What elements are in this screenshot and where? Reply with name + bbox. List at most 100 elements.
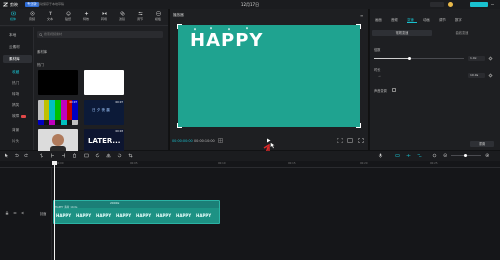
pitch-label: 声音变调: [374, 89, 387, 93]
split-right-icon[interactable]: [61, 153, 66, 158]
select-tool-icon[interactable]: [4, 153, 9, 158]
tick-label: 00:25: [430, 162, 438, 165]
main-track-magnet-icon[interactable]: [395, 153, 400, 158]
sidebar-sub-hot[interactable]: 热门: [4, 79, 33, 87]
zoom-in-icon[interactable]: [485, 153, 490, 158]
eye-icon[interactable]: [13, 211, 17, 215]
rotate-icon[interactable]: [117, 153, 122, 158]
tick-label: 00:15: [288, 162, 296, 165]
clip-label: 2000x: [110, 201, 120, 205]
sidebar-item-cloud[interactable]: 云素材: [3, 43, 32, 51]
tab-audio-props[interactable]: 音频: [391, 17, 398, 22]
total-time: 00:00:10:00: [194, 139, 215, 143]
tab-audio[interactable]: 音频: [25, 11, 39, 24]
corner-handle[interactable]: [177, 123, 182, 128]
tab-curve-speed[interactable]: 曲线变速: [432, 30, 492, 36]
sidebar-sub-funny[interactable]: 搞笑: [4, 101, 33, 109]
auto-snap-icon[interactable]: [406, 153, 411, 158]
window-controls[interactable]: [490, 2, 495, 7]
text-icon: [48, 11, 53, 16]
timeline-ruler[interactable]: [0, 161, 500, 168]
sidebar-sub-transition[interactable]: 转场: [4, 90, 33, 98]
sidebar-sub-intro[interactable]: 片头: [4, 137, 33, 145]
tab-digital[interactable]: 数字: [455, 17, 462, 22]
svg-text:HAPPY: HAPPY: [156, 213, 171, 218]
thumb-caption: 日 夕 夜 晨: [92, 108, 110, 112]
fullscreen-icon[interactable]: [358, 138, 364, 143]
mirror-icon[interactable]: [106, 153, 111, 158]
tab-adjust-props[interactable]: 调节: [439, 17, 446, 22]
sticker-icon: [66, 11, 71, 16]
thumb-duration: 00:03: [115, 130, 123, 133]
crop-icon[interactable]: [128, 153, 133, 158]
tab-media[interactable]: 媒体: [6, 11, 20, 24]
sidebar-sub-favorites[interactable]: 收藏: [4, 68, 33, 76]
svg-text:HAPPY: HAPPY: [136, 213, 151, 218]
multiplier-slider-knob[interactable]: [408, 57, 411, 60]
freeze-icon[interactable]: [84, 153, 89, 158]
tab-text[interactable]: 文本: [43, 11, 57, 24]
linkage-icon[interactable]: [417, 153, 422, 158]
zoom-out-icon[interactable]: [443, 153, 448, 158]
filter-icon: [119, 11, 125, 16]
corner-handle[interactable]: [356, 24, 361, 29]
grid-icon[interactable]: [218, 138, 223, 143]
sidebar-sub-glitch[interactable]: 故障: [4, 112, 33, 120]
cover-label[interactable]: 封面: [40, 211, 46, 216]
fullscreen-crop-icon[interactable]: [337, 138, 343, 143]
avatar[interactable]: [448, 2, 453, 7]
multiplier-label: 倍数: [374, 48, 381, 52]
sidebar-item-local[interactable]: 本地: [3, 31, 32, 39]
hot-badge: [21, 114, 27, 118]
tab-animation[interactable]: 动画: [423, 17, 430, 22]
undo-icon[interactable]: [14, 153, 19, 158]
media-thumb-black[interactable]: [38, 70, 78, 95]
redo-icon[interactable]: [24, 153, 29, 158]
tab-template[interactable]: 模板: [151, 11, 165, 24]
lock-icon[interactable]: [5, 211, 9, 215]
svg-text:HAPPY: HAPPY: [196, 213, 211, 218]
split-left-icon[interactable]: [50, 153, 55, 158]
duration-value[interactable]: 10.0s: [468, 73, 485, 78]
tab-sticker[interactable]: 贴纸: [61, 11, 75, 24]
corner-handle[interactable]: [356, 123, 361, 128]
multiplier-value[interactable]: 1.0x: [468, 56, 485, 61]
split-icon[interactable]: [39, 153, 44, 158]
pitch-checkbox[interactable]: [392, 88, 396, 92]
tab-indicator: [407, 22, 417, 23]
playhead[interactable]: [54, 161, 55, 260]
tab-effects[interactable]: 特效: [79, 11, 93, 24]
preview-axis-icon[interactable]: [432, 153, 437, 158]
media-thumb-white[interactable]: [84, 70, 124, 95]
project-title[interactable]: 12月17日: [230, 2, 270, 7]
hot-heading: 热门: [37, 63, 44, 67]
tab-normal-speed[interactable]: 常规变速: [372, 30, 432, 36]
tab-filter[interactable]: 滤镜: [115, 11, 129, 24]
media-thumb-night[interactable]: 日 夕 夜 晨 00:07: [84, 100, 124, 125]
adjust-icon: [138, 11, 143, 16]
reset-button[interactable]: 重置: [470, 141, 494, 147]
shortcut-button[interactable]: [430, 2, 444, 7]
zoom-slider-knob[interactable]: [464, 154, 467, 157]
corner-handle[interactable]: [177, 24, 182, 29]
export-button[interactable]: [470, 2, 488, 7]
delete-icon[interactable]: [72, 153, 77, 158]
volume-icon[interactable]: [21, 211, 25, 215]
sidebar-item-library[interactable]: 素材库: [3, 55, 32, 63]
ratio-icon[interactable]: [347, 138, 353, 143]
app-name: 剪映: [10, 2, 18, 7]
hearts-decoration: [194, 27, 248, 31]
reverse-icon[interactable]: [95, 153, 100, 158]
autosave-notice: 自动保存于本地草稿: [37, 2, 65, 6]
tab-adjust[interactable]: 调节: [133, 11, 147, 24]
media-thumb-color-bars[interactable]: 00:07: [38, 100, 78, 125]
tab-transition[interactable]: 转场: [97, 11, 111, 24]
thumb-duration: 00:07: [69, 101, 77, 104]
menu-icon[interactable]: ≡: [360, 13, 363, 18]
microphone-icon[interactable]: [378, 153, 383, 158]
tab-picture[interactable]: 画面: [375, 17, 382, 22]
sidebar-sub-background[interactable]: 背景: [4, 126, 33, 134]
playhead-handle[interactable]: [52, 161, 57, 165]
tick-label: 00:05: [130, 162, 138, 165]
template-icon: [156, 11, 161, 16]
